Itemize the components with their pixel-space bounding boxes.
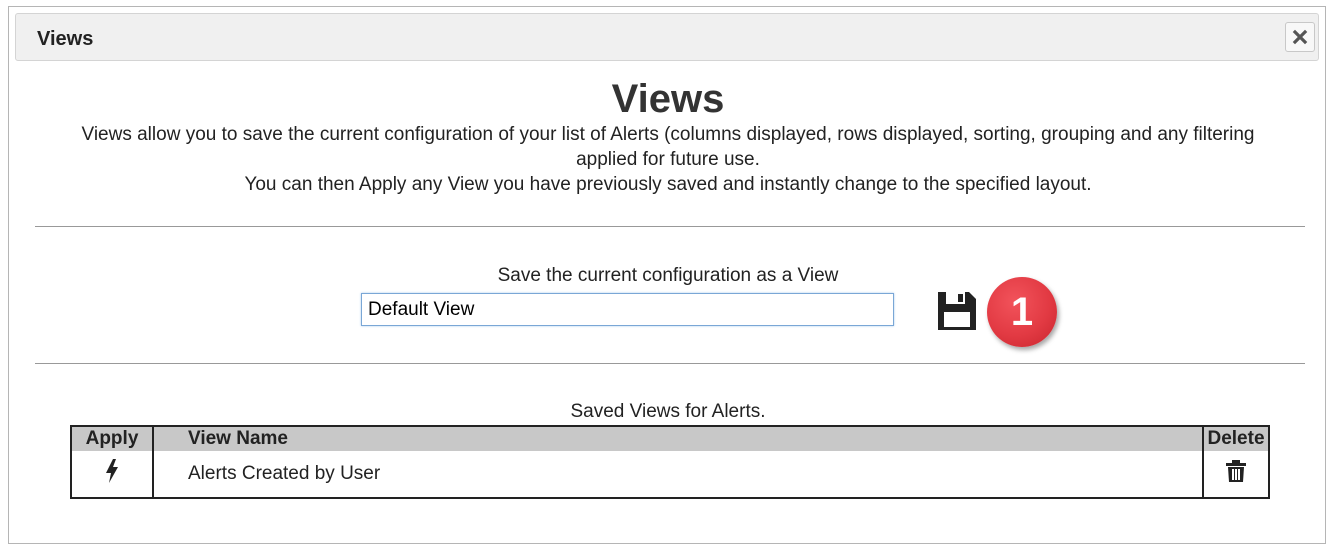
- table-row: Alerts Created by User: [70, 451, 1270, 498]
- page-title: Views: [611, 77, 725, 121]
- close-button[interactable]: [1285, 22, 1315, 52]
- description-line-1: Views allow you to save the current conf…: [81, 124, 1255, 170]
- views-dialog: Views Views Views allow you to save the …: [8, 6, 1326, 544]
- step-badge: 1: [987, 277, 1057, 347]
- dialog-title: Views: [37, 28, 94, 50]
- divider-bottom: [35, 363, 1305, 364]
- apply-view-button[interactable]: [70, 451, 154, 498]
- close-icon: [1292, 29, 1308, 45]
- table-header-row: Apply View Name Delete: [70, 426, 1270, 451]
- column-header-view-name: View Name: [152, 426, 1204, 451]
- view-name-cell: Alerts Created by User: [152, 451, 1204, 498]
- column-header-delete: Delete: [1202, 426, 1270, 451]
- divider-top: [35, 226, 1305, 227]
- lightning-bolt-icon: [106, 459, 118, 483]
- dialog-titlebar: Views: [15, 13, 1319, 61]
- delete-view-button[interactable]: [1202, 451, 1270, 498]
- description-line-2: You can then Apply any View you have pre…: [244, 174, 1092, 195]
- floppy-disk-icon: [938, 292, 976, 330]
- saved-views-table: Apply View Name Delete Alerts Created by…: [70, 425, 1270, 499]
- column-header-apply: Apply: [70, 426, 154, 451]
- save-view-button[interactable]: [935, 289, 979, 333]
- description: Views allow you to save the current conf…: [49, 122, 1287, 197]
- save-view-label: Save the current configuration as a View: [497, 265, 839, 286]
- saved-views-label: Saved Views for Alerts.: [570, 401, 766, 422]
- view-name-input[interactable]: [361, 293, 894, 326]
- trash-icon: [1226, 460, 1246, 482]
